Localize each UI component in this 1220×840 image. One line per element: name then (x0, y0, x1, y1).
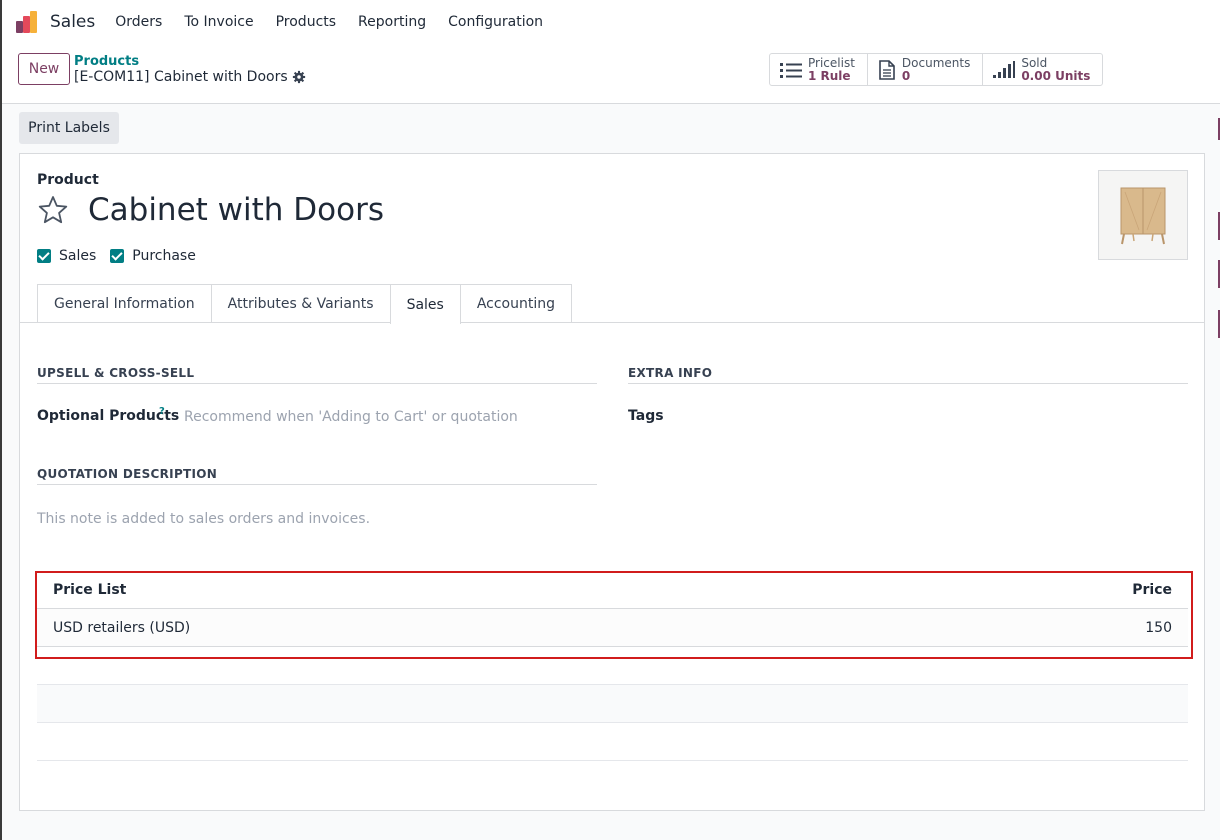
row-pricelist: USD retailers (USD) (53, 619, 191, 636)
breadcrumb-current-label: [E-COM11] Cabinet with Doors (74, 69, 288, 85)
menu-to-invoice[interactable]: To Invoice (184, 14, 253, 30)
sales-checkbox-label: Sales (59, 248, 97, 264)
sold-smart-button[interactable]: Sold 0.00 Units (983, 54, 1102, 85)
menu-products[interactable]: Products (276, 14, 336, 30)
menu-reporting[interactable]: Reporting (358, 14, 426, 30)
file-icon (879, 59, 895, 80)
empty-row (37, 723, 1188, 761)
optional-products-input[interactable]: Recommend when 'Adding to Cart' or quota… (184, 409, 518, 425)
optional-products-label: Optional Products (37, 408, 180, 424)
table-row[interactable]: USD retailers (USD) 150 (37, 609, 1188, 647)
column-price[interactable]: Price (1132, 582, 1172, 598)
pricelist-table: Price List Price USD retailers (USD) 150 (37, 571, 1188, 761)
tab-sales[interactable]: Sales (389, 284, 461, 324)
product-flags: Sales Purchase (37, 248, 210, 264)
cabinet-image (1099, 171, 1187, 259)
breadcrumb-current: [E-COM11] Cabinet with Doors (74, 69, 306, 85)
documents-smart-button[interactable]: Documents 0 (868, 54, 984, 85)
sold-value: 0.00 Units (1021, 68, 1091, 83)
tab-divider (20, 322, 1204, 323)
sales-app-icon[interactable] (16, 11, 40, 33)
product-name-field[interactable]: Cabinet with Doors (88, 192, 384, 228)
sold-label: Sold (1021, 55, 1048, 70)
menu-orders[interactable]: Orders (115, 14, 162, 30)
extra-info-divider (628, 383, 1188, 384)
breadcrumb-products[interactable]: Products (74, 54, 139, 69)
documents-value: 0 (901, 68, 911, 83)
tab-attributes-variants[interactable]: Attributes & Variants (210, 284, 391, 323)
help-tooltip-icon[interactable]: ? (159, 406, 165, 417)
tab-accounting[interactable]: Accounting (459, 284, 573, 323)
purchase-checkbox[interactable] (110, 249, 125, 263)
quotation-divider (37, 484, 597, 485)
column-price-list[interactable]: Price List (53, 582, 126, 598)
top-navbar: Sales Orders To Invoice Products Reporti… (2, 0, 1220, 44)
pricelist-value: 1 Rule (808, 68, 851, 83)
star-icon[interactable] (37, 194, 69, 226)
control-panel: New Products [E-COM11] Cabinet with Door… (2, 44, 1220, 104)
row-price: 150 (1145, 619, 1172, 636)
smart-buttons: Pricelist 1 Rule Documents 0 Sold 0.00 U… (769, 53, 1104, 86)
bar-chart-icon (993, 60, 1016, 78)
empty-row (37, 647, 1188, 685)
documents-label: Documents (901, 55, 971, 70)
print-labels-button[interactable]: Print Labels (19, 112, 119, 144)
purchase-checkbox-label: Purchase (132, 248, 196, 264)
extra-info-section-title: EXTRA INFO (628, 366, 713, 380)
upsell-divider (37, 383, 597, 384)
table-header: Price List Price (37, 571, 1188, 609)
tags-input[interactable] (720, 404, 1180, 428)
pricelist-label: Pricelist (808, 55, 855, 70)
notebook-tabs: General Information Attributes & Variant… (37, 284, 573, 324)
gear-icon[interactable] (292, 70, 306, 84)
product-image[interactable] (1098, 170, 1188, 260)
list-icon (780, 62, 802, 78)
empty-row (37, 685, 1188, 723)
app-name[interactable]: Sales (50, 12, 95, 32)
product-label: Product (37, 172, 99, 188)
upsell-section-title: UPSELL & CROSS-SELL (37, 366, 195, 380)
menu-configuration[interactable]: Configuration (448, 14, 543, 30)
form-sheet: Product Cabinet with Doors Sales Purchas… (19, 153, 1205, 811)
sales-checkbox[interactable] (37, 249, 51, 263)
pricelist-smart-button[interactable]: Pricelist 1 Rule (770, 54, 868, 85)
quotation-description-input[interactable]: This note is added to sales orders and i… (37, 511, 370, 527)
page: Sales Orders To Invoice Products Reporti… (0, 0, 1220, 840)
tags-label: Tags (628, 408, 664, 424)
new-button[interactable]: New (18, 53, 70, 85)
quotation-section-title: QUOTATION DESCRIPTION (37, 467, 218, 481)
tab-general-information[interactable]: General Information (37, 284, 212, 323)
